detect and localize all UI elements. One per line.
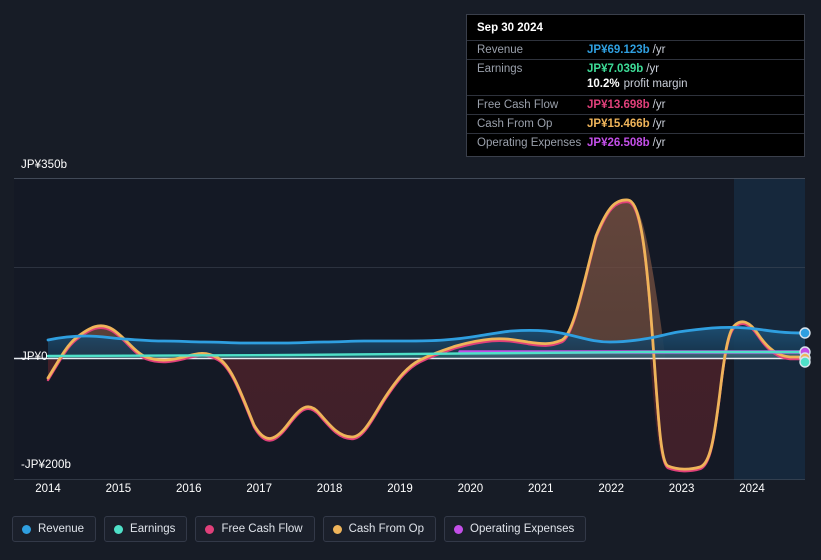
legend-item-label: Earnings xyxy=(130,523,176,535)
tooltip-label-cash-from-op: Cash From Op xyxy=(477,118,553,130)
tooltip-value-profit-margin: 10.2% xyxy=(587,78,620,90)
tooltip-row-revenue: Revenue JP¥69.123b /yr xyxy=(467,40,804,59)
tooltip-value-revenue: JP¥69.123b xyxy=(587,44,650,56)
tooltip-row-cash-from-op: Cash From Op JP¥15.466b /yr xyxy=(467,114,804,133)
legend-color-dot-icon xyxy=(205,524,215,534)
tooltip-unit-free-cash-flow: /yr xyxy=(652,99,666,111)
tooltip-label-earnings: Earnings xyxy=(477,63,523,75)
tooltip-label-profit-margin: profit margin xyxy=(623,78,688,90)
legend-color-dot-icon xyxy=(332,524,342,534)
tooltip-value-free-cash-flow: JP¥13.698b xyxy=(587,99,650,111)
tooltip-unit-revenue: /yr xyxy=(652,44,666,56)
data-tooltip: Sep 30 2024 Revenue JP¥69.123b /yr Earni… xyxy=(466,14,805,157)
tooltip-row-earnings: Earnings JP¥7.039b /yr xyxy=(467,59,804,78)
tooltip-value-operating-expenses: JP¥26.508b xyxy=(587,137,650,149)
tooltip-unit-earnings: /yr xyxy=(646,63,660,75)
chart-legend: Revenue Earnings Free Cash Flow Cash From O… xyxy=(12,516,587,542)
tooltip-row-operating-expenses: Operating Expenses JP¥26.508b /yr xyxy=(467,133,804,152)
endpoint-earnings xyxy=(799,356,811,368)
legend-color-dot-icon xyxy=(22,524,31,534)
tooltip-label-free-cash-flow: Free Cash Flow xyxy=(477,99,559,111)
tooltip-date: Sep 30 2024 xyxy=(477,22,543,34)
legend-item-label: Operating Expenses xyxy=(470,523,575,535)
legend-color-dot-icon xyxy=(114,524,124,534)
legend-color-dot-icon xyxy=(454,524,464,534)
tooltip-value-earnings: JP¥7.039b xyxy=(587,63,644,75)
tooltip-unit-cash-from-op: /yr xyxy=(652,118,666,130)
tooltip-row-profit-margin: 10.2% profit margin xyxy=(467,78,804,95)
legend-item-label: Cash From Op xyxy=(348,523,425,535)
legend-item-revenue[interactable]: Revenue xyxy=(12,516,97,542)
financial-chart: JP¥350b JP¥0 -JP¥200b 2014 2015 2016 2017 20… xyxy=(0,0,821,560)
tooltip-value-cash-from-op: JP¥15.466b xyxy=(587,118,650,130)
tooltip-label-revenue: Revenue xyxy=(477,44,524,56)
legend-item-label: Revenue xyxy=(38,523,85,535)
tooltip-row-free-cash-flow: Free Cash Flow JP¥13.698b /yr xyxy=(467,95,804,114)
legend-item-cash-from-op[interactable]: Cash From Op xyxy=(322,516,437,542)
legend-item-free-cash-flow[interactable]: Free Cash Flow xyxy=(195,516,315,542)
tooltip-unit-operating-expenses: /yr xyxy=(652,137,666,149)
legend-item-label: Free Cash Flow xyxy=(221,523,303,535)
legend-item-operating-expenses[interactable]: Operating Expenses xyxy=(444,516,587,542)
endpoint-revenue xyxy=(799,327,811,339)
legend-item-earnings[interactable]: Earnings xyxy=(104,516,188,542)
tooltip-label-operating-expenses: Operating Expenses xyxy=(477,137,582,149)
